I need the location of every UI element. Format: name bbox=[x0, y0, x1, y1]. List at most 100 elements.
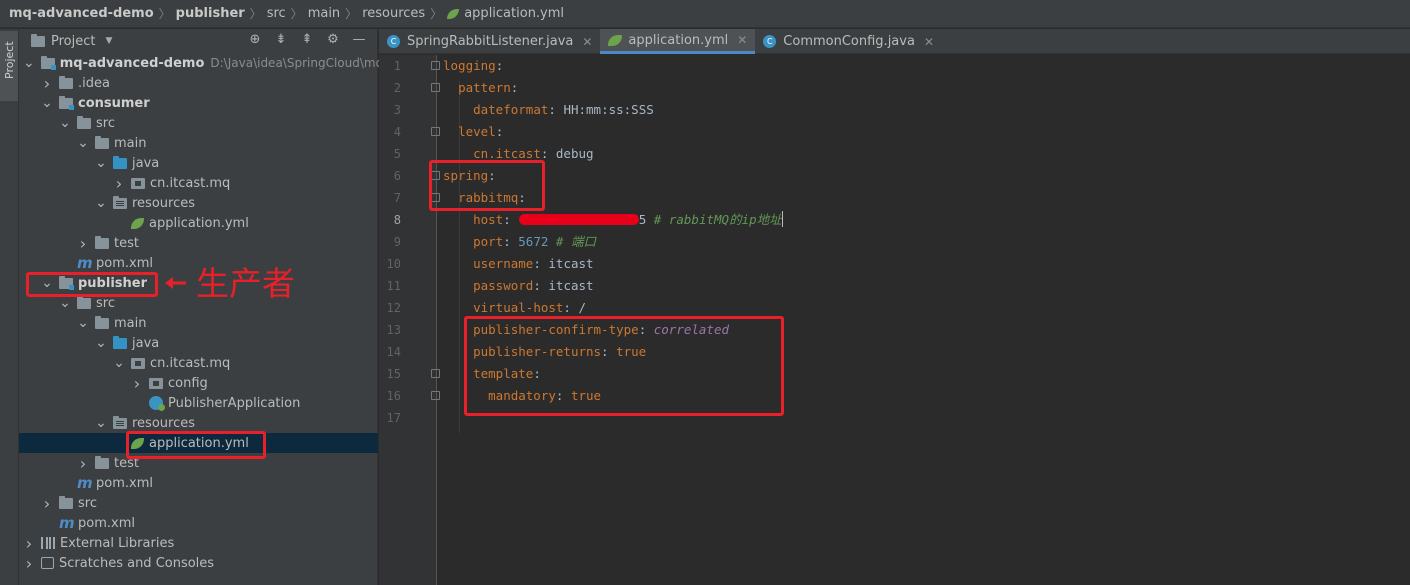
chevron-right-icon[interactable]: › bbox=[77, 234, 89, 253]
tab-application-yml[interactable]: application.yml ✕ bbox=[600, 29, 756, 54]
chevron-right-icon[interactable]: › bbox=[77, 454, 89, 473]
tree-item[interactable]: ›application.yml bbox=[19, 213, 378, 233]
breadcrumb-item[interactable]: publisher bbox=[176, 6, 245, 21]
chevron-right-icon[interactable]: › bbox=[23, 534, 35, 553]
code-line[interactable]: template: bbox=[443, 363, 541, 385]
breadcrumb-item[interactable]: application.yml bbox=[464, 6, 564, 21]
chevron-down-icon[interactable]: ⌄ bbox=[59, 116, 71, 130]
fold-marker-icon[interactable] bbox=[431, 61, 440, 70]
fold-marker-icon[interactable] bbox=[431, 369, 440, 378]
tree-item[interactable]: ⌄ java bbox=[19, 153, 378, 173]
gear-icon[interactable]: ⚙ bbox=[325, 32, 341, 47]
expand-all-icon[interactable]: ⇟ bbox=[273, 32, 289, 47]
code-line[interactable]: logging: bbox=[443, 55, 503, 77]
tool-window-strip: Project bbox=[0, 29, 19, 585]
chevron-down-icon[interactable]: ⌄ bbox=[59, 296, 71, 310]
code-line[interactable]: mandatory: true bbox=[443, 385, 601, 407]
fold-marker-icon[interactable] bbox=[431, 127, 440, 136]
chevron-down-icon[interactable]: ⌄ bbox=[41, 276, 53, 290]
chevron-down-icon[interactable]: ⌄ bbox=[95, 336, 107, 350]
code-line[interactable]: cn.itcast: debug bbox=[443, 143, 593, 165]
tree-item[interactable]: › test bbox=[19, 453, 378, 473]
tree-item[interactable]: › test bbox=[19, 233, 378, 253]
code-line[interactable]: spring: bbox=[443, 165, 496, 187]
project-view-selector[interactable]: Project bbox=[51, 34, 95, 49]
minimize-icon[interactable]: — bbox=[351, 32, 367, 47]
tab-commonconfig-java[interactable]: C CommonConfig.java ✕ bbox=[755, 29, 942, 54]
tree-item[interactable]: ⌄ main bbox=[19, 133, 378, 153]
breadcrumb-item[interactable]: resources bbox=[362, 6, 425, 21]
tree-item[interactable]: › Scratches and Consoles bbox=[19, 553, 378, 573]
chevron-down-icon[interactable]: ⌄ bbox=[23, 56, 35, 70]
spring-class-icon bbox=[149, 396, 165, 411]
code-line[interactable]: publisher-confirm-type: correlated bbox=[443, 319, 729, 341]
tree-item[interactable]: ⌄ java bbox=[19, 333, 378, 353]
code-line[interactable]: rabbitmq: bbox=[443, 187, 526, 209]
tree-item-label: cn.itcast.mq bbox=[150, 355, 231, 371]
code-line[interactable]: port: 5672 # 端口 bbox=[443, 231, 596, 253]
tree-item[interactable]: ⌄ resources bbox=[19, 193, 378, 213]
code-line[interactable]: password: itcast bbox=[443, 275, 593, 297]
code-line[interactable]: publisher-returns: true bbox=[443, 341, 646, 363]
maven-icon: m bbox=[77, 254, 93, 272]
yaml-key: template bbox=[473, 366, 534, 381]
collapse-all-icon[interactable]: ⇞ bbox=[299, 32, 315, 47]
tree-item[interactable]: › cn.itcast.mq bbox=[19, 173, 378, 193]
tree-item[interactable]: ›mpom.xml bbox=[19, 513, 378, 533]
chevron-right-icon: 〉 bbox=[290, 7, 303, 21]
chevron-right-icon[interactable]: › bbox=[131, 374, 143, 393]
chevron-right-icon[interactable]: › bbox=[23, 554, 35, 573]
code-line[interactable]: username: itcast bbox=[443, 253, 593, 275]
yaml-separator: : bbox=[495, 58, 504, 73]
chevron-down-icon[interactable]: ⌄ bbox=[95, 156, 107, 170]
line-number: 12 bbox=[386, 301, 401, 315]
yaml-key: pattern bbox=[458, 80, 511, 95]
code-line[interactable]: dateformat: HH:mm:ss:SSS bbox=[443, 99, 654, 121]
tree-item[interactable]: ⌄ consumer bbox=[19, 93, 378, 113]
chevron-right-icon[interactable]: › bbox=[113, 174, 125, 193]
code-line[interactable]: host: 5 # rabbitMQ的ip地址 bbox=[443, 209, 783, 231]
fold-marker-icon[interactable] bbox=[431, 83, 440, 92]
chevron-right-icon[interactable]: › bbox=[41, 494, 53, 513]
close-icon[interactable]: ✕ bbox=[582, 35, 592, 49]
breadcrumb-item[interactable]: src bbox=[267, 6, 286, 21]
chevron-down-icon[interactable]: ⌄ bbox=[77, 136, 89, 150]
chevron-down-icon[interactable]: ⌄ bbox=[41, 96, 53, 110]
chevron-down-icon[interactable]: ⌄ bbox=[95, 196, 107, 210]
code-editor[interactable]: 1 2 3 4 5 6 7 8 9 10 11 12 13 14 15 16 17 logging: patte… bbox=[379, 55, 1410, 585]
fold-marker-icon[interactable] bbox=[431, 171, 440, 180]
close-icon[interactable]: ✕ bbox=[737, 33, 747, 47]
tree-item[interactable]: ⌄ main bbox=[19, 313, 378, 333]
tree-item[interactable]: ›mpom.xml bbox=[19, 473, 378, 493]
chevron-down-icon[interactable]: ⌄ bbox=[95, 416, 107, 430]
chevron-down-icon[interactable]: ▼ bbox=[105, 36, 112, 46]
tree-item[interactable]: ⌄ mq-advanced-demo D:\Java\idea\SpringClou… bbox=[19, 53, 401, 73]
tree-item[interactable]: › External Libraries bbox=[19, 533, 378, 553]
close-icon[interactable]: ✕ bbox=[924, 35, 934, 49]
tree-item[interactable]: ›application.yml bbox=[19, 433, 378, 453]
chevron-right-icon[interactable]: › bbox=[41, 74, 53, 93]
fold-marker-icon[interactable] bbox=[431, 193, 440, 202]
tree-item[interactable]: ⌄ cn.itcast.mq bbox=[19, 353, 378, 373]
project-tool-tab[interactable]: Project bbox=[0, 31, 18, 101]
breadcrumb-item[interactable]: mq-advanced-demo bbox=[9, 6, 154, 21]
code-line[interactable]: pattern: bbox=[443, 77, 518, 99]
chevron-down-icon[interactable]: ⌄ bbox=[113, 356, 125, 370]
tree-item[interactable]: › .idea bbox=[19, 73, 378, 93]
tree-item[interactable]: › src bbox=[19, 493, 378, 513]
tree-item[interactable]: › config bbox=[19, 373, 378, 393]
folder-icon bbox=[77, 295, 91, 309]
code-line[interactable]: virtual-host: / bbox=[443, 297, 586, 319]
tab-springrabbitlistener-java[interactable]: C SpringRabbitListener.java ✕ bbox=[379, 29, 600, 54]
code-line[interactable]: level: bbox=[443, 121, 503, 143]
yaml-key: publisher-confirm-type bbox=[473, 322, 639, 337]
chevron-down-icon[interactable]: ⌄ bbox=[77, 316, 89, 330]
breadcrumb-item[interactable]: main bbox=[308, 6, 340, 21]
locate-icon[interactable]: ⊕ bbox=[247, 32, 263, 47]
fold-marker-icon[interactable] bbox=[431, 391, 440, 400]
line-number: 4 bbox=[393, 125, 401, 139]
tree-item[interactable]: ⌄ resources bbox=[19, 413, 378, 433]
tree-item[interactable]: ⌄ src bbox=[19, 113, 378, 133]
tree-item[interactable]: ›PublisherApplication bbox=[19, 393, 378, 413]
